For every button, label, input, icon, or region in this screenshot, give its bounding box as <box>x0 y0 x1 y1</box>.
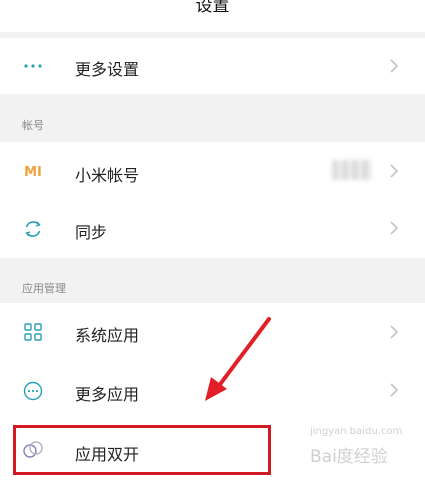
watermark-main: Bai度经验 <box>310 447 388 467</box>
highlight-box <box>13 425 271 475</box>
row-label: 更多设置 <box>75 60 140 79</box>
section-label-account: 帐号 <box>22 119 44 132</box>
chevron-right-icon <box>390 325 399 339</box>
more-dots-icon <box>22 55 44 77</box>
mi-logo-icon: MI <box>24 164 42 180</box>
chevron-right-icon <box>390 221 399 235</box>
row-mi-account[interactable]: MI 小米帐号 <box>0 142 425 200</box>
row-label: 同步 <box>75 223 108 242</box>
watermark-sub: jingyan.baidu.com <box>310 426 403 437</box>
chevron-right-icon <box>390 164 399 178</box>
grid-icon <box>22 321 44 343</box>
row-label: 系统应用 <box>75 326 140 345</box>
row-sync[interactable]: 同步 <box>0 200 425 258</box>
section-label-app-management: 应用管理 <box>22 282 66 295</box>
chevron-right-icon <box>390 59 399 73</box>
more-circle-icon <box>22 380 44 402</box>
row-label: 小米帐号 <box>75 166 140 185</box>
account-value-blurred <box>332 160 372 180</box>
row-label: 更多应用 <box>75 385 140 404</box>
chevron-right-icon <box>390 383 399 397</box>
sync-icon <box>22 218 44 240</box>
page-title: 设置 <box>195 0 230 16</box>
pointer-arrow-icon <box>205 317 271 401</box>
title-bar: 设置 <box>0 0 425 32</box>
watermark: jingyan.baidu.com Bai度经验 <box>300 426 420 470</box>
row-more-settings[interactable]: 更多设置 <box>0 38 425 94</box>
